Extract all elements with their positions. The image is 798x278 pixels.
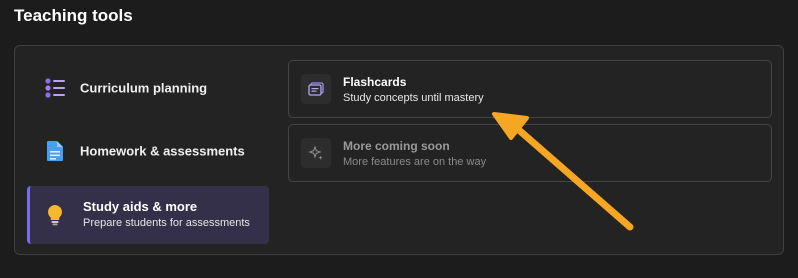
sidebar-item-label: Curriculum planning — [80, 80, 208, 96]
sparkle-icon — [301, 138, 331, 168]
sidebar-item-label: Homework & assessments — [80, 143, 245, 159]
card-title: Flashcards — [343, 75, 407, 89]
page-title: Teaching tools — [14, 6, 133, 25]
flashcards-icon — [301, 74, 331, 104]
document-icon — [45, 140, 65, 162]
tools-panel: Curriculum planning Homework & assessmen… — [14, 45, 784, 255]
sidebar-item-subtitle: Prepare students for assessments — [83, 217, 250, 229]
sidebar-item-study-aids[interactable]: Study aids & more Prepare students for a… — [27, 186, 269, 244]
card-title: More coming soon — [343, 139, 450, 153]
flashcards-card[interactable]: Flashcards Study concepts until mastery — [288, 60, 772, 118]
lightbulb-icon — [45, 204, 65, 226]
more-coming-soon-card: More coming soon More features are on th… — [288, 124, 772, 182]
card-description: Study concepts until mastery — [343, 92, 484, 104]
card-description: More features are on the way — [343, 156, 487, 168]
sidebar-item-label: Study aids & more — [83, 199, 198, 214]
sidebar-item-curriculum-planning[interactable]: Curriculum planning — [27, 59, 269, 117]
list-icon — [45, 77, 65, 99]
sidebar-item-homework-assessments[interactable]: Homework & assessments — [27, 122, 269, 180]
